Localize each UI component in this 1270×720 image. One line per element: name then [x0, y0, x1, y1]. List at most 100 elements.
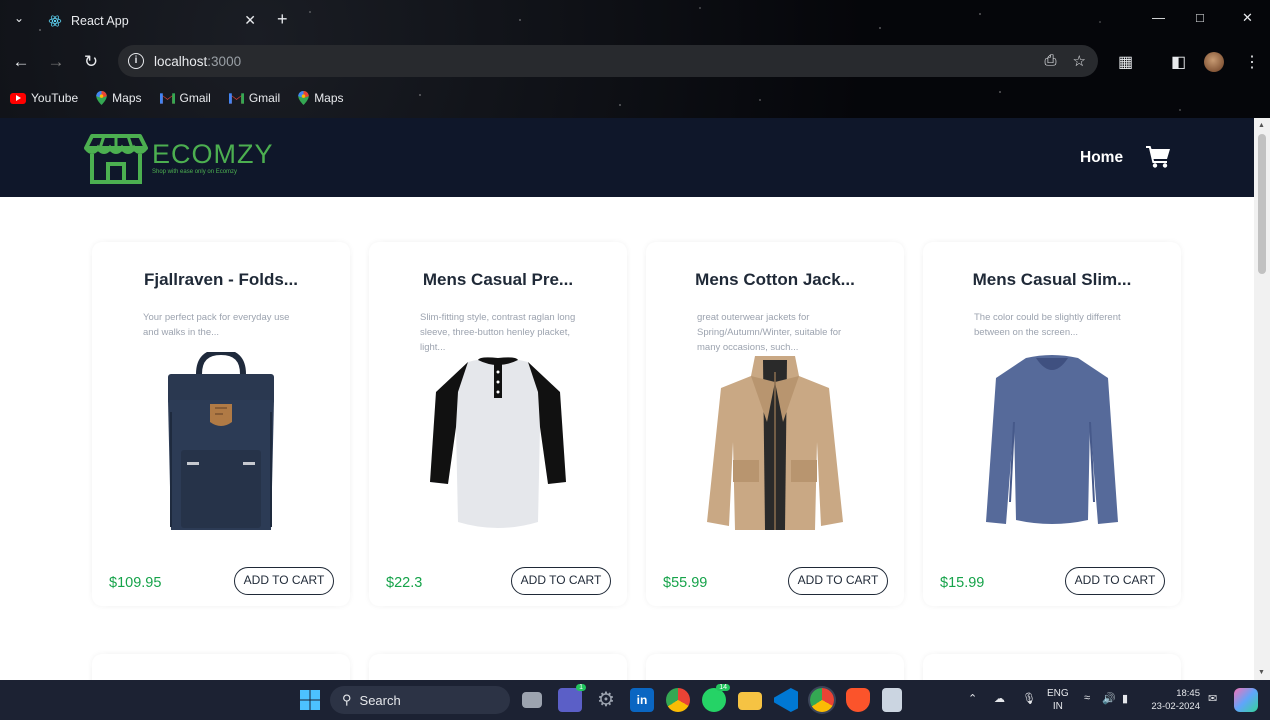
cotton-jacket-image[interactable] [705, 352, 845, 537]
search-icon: ⚲ [342, 692, 352, 707]
backpack-image[interactable] [151, 352, 291, 537]
microphone-icon[interactable]: 🎙 [1022, 692, 1036, 705]
taskbar-search[interactable]: ⚲ Search [330, 686, 510, 714]
bookmark-star-icon[interactable]: ☆ [1073, 52, 1086, 70]
taskbar-search-label: Search [359, 692, 401, 708]
bookmark-label: Maps [314, 91, 344, 105]
storefront-icon [84, 134, 148, 184]
vscode-icon[interactable] [774, 688, 798, 712]
product-price: $55.99 [663, 575, 708, 591]
product-price: $15.99 [940, 575, 985, 591]
language-indicator[interactable]: ENG IN [1047, 687, 1069, 713]
page-scrollbar[interactable]: ▲ ▼ [1254, 118, 1270, 680]
install-app-icon[interactable]: ⎙ [1045, 52, 1057, 70]
product-title[interactable]: Mens Cotton Jack... [646, 270, 904, 290]
menu-kebab-icon[interactable]: ⋮ [1244, 52, 1260, 72]
chrome-icon[interactable] [666, 688, 690, 712]
tab-strip: ⌄ React App ✕ + — □ ✕ [0, 0, 1270, 40]
tab-close-icon[interactable]: ✕ [244, 12, 256, 29]
web-page: ECOMZY Shop with ease only on Ecomzy Hom… [0, 118, 1254, 680]
address-bar[interactable]: i localhost:3000 ⎙ ☆ [118, 45, 1098, 77]
bookmark-youtube[interactable]: YouTube [10, 91, 78, 105]
clock-date: 23-02-2024 [1151, 701, 1200, 712]
bookmark-maps[interactable]: Maps [298, 91, 344, 105]
forward-arrow-icon[interactable]: → [45, 51, 67, 73]
brave-icon[interactable] [846, 688, 870, 712]
product-title[interactable]: Mens Casual Slim... [923, 270, 1181, 290]
gmail-icon [228, 93, 244, 104]
extensions-puzzle-icon[interactable]: ▦ [1118, 52, 1133, 72]
tray-chevron-icon[interactable]: ⌃ [968, 692, 977, 705]
task-view-icon[interactable] [522, 692, 542, 708]
site-logo[interactable]: ECOMZY Shop with ease only on Ecomzy [84, 130, 274, 186]
settings-gear-icon[interactable]: ⚙ [594, 688, 618, 712]
teams-badge: 1 [576, 684, 586, 691]
youtube-icon [10, 92, 26, 104]
profile-avatar[interactable] [1204, 52, 1224, 72]
copilot-icon[interactable] [1234, 688, 1258, 712]
side-panel-icon[interactable]: ◧ [1171, 52, 1186, 72]
product-title[interactable]: Mens Casual Pre... [369, 270, 627, 290]
browser-toolbar: ← → ↻ i localhost:3000 ⎙ ☆ ▦ ◧ ⋮ [0, 42, 1270, 82]
wifi-icon[interactable]: ≈ [1084, 692, 1090, 704]
site-info-icon[interactable]: i [128, 53, 144, 69]
product-card: Mens Casual Pre... Slim-fitting style, c… [369, 242, 627, 606]
chrome-active-icon[interactable] [810, 688, 834, 712]
gmail-icon [159, 93, 175, 104]
product-card [923, 654, 1181, 680]
scrollbar-thumb[interactable] [1258, 134, 1266, 274]
scroll-down-arrow-icon[interactable]: ▼ [1258, 669, 1265, 676]
add-to-cart-button[interactable]: ADD TO CART [234, 567, 334, 595]
window-close-icon[interactable]: ✕ [1242, 10, 1253, 26]
maximize-icon[interactable]: □ [1196, 10, 1204, 25]
bookmarks-bar: YouTube Maps Gmail Gmail Maps [0, 86, 344, 110]
teams-icon[interactable]: 1 [558, 684, 586, 712]
url-port: :3000 [207, 53, 242, 69]
notification-icon[interactable]: ✉ [1208, 692, 1217, 705]
maps-icon [298, 91, 309, 105]
logo-name: ECOMZY [152, 139, 274, 169]
linkedin-icon[interactable]: in [630, 688, 654, 712]
file-explorer-icon[interactable] [738, 692, 762, 710]
bookmark-gmail[interactable]: Gmail [228, 91, 280, 105]
snipping-tool-icon[interactable] [882, 688, 902, 712]
whatsapp-badge: 14 [716, 684, 730, 691]
reload-icon[interactable]: ↻ [80, 51, 102, 73]
scroll-up-arrow-icon[interactable]: ▲ [1258, 122, 1265, 129]
add-to-cart-button[interactable]: ADD TO CART [788, 567, 888, 595]
product-card [369, 654, 627, 680]
product-description: Slim-fitting style, contrast raglan long… [420, 312, 576, 353]
cart-icon[interactable] [1146, 146, 1170, 168]
windows-start-icon[interactable] [298, 688, 322, 712]
bookmark-label: YouTube [31, 91, 79, 105]
product-description: The color could be slightly different be… [974, 312, 1121, 338]
browser-tab[interactable]: React App ✕ [38, 6, 266, 36]
speaker-icon[interactable]: 🔊 [1102, 692, 1116, 705]
long-sleeve-tshirt-image[interactable] [982, 352, 1122, 537]
product-card [646, 654, 904, 680]
browser-chrome: ⌄ React App ✕ + — □ ✕ ← → ↻ i localhost:… [0, 0, 1270, 118]
bookmark-gmail[interactable]: Gmail [159, 91, 211, 105]
new-tab-plus-icon[interactable]: + [277, 9, 288, 30]
henley-shirt-image[interactable] [428, 352, 568, 537]
product-card [92, 654, 350, 680]
product-price: $109.95 [109, 575, 162, 591]
bookmark-maps[interactable]: Maps [96, 91, 142, 105]
taskbar-clock[interactable]: 18:45 23-02-2024 [1148, 687, 1200, 713]
whatsapp-icon[interactable]: 14 [702, 684, 730, 712]
nav-home-link[interactable]: Home [1080, 149, 1123, 167]
minimize-icon[interactable]: — [1152, 10, 1165, 25]
product-description: Your perfect pack for everyday use and w… [143, 312, 290, 338]
product-card: Fjallraven - Folds... Your perfect pack … [92, 242, 350, 606]
site-navbar: ECOMZY Shop with ease only on Ecomzy Hom… [0, 118, 1254, 197]
product-description: great outerwear jackets for Spring/Autum… [697, 312, 842, 353]
onedrive-cloud-icon[interactable]: ☁ [994, 692, 1005, 705]
logo-tagline: Shop with ease only on Ecomzy [152, 169, 238, 175]
add-to-cart-button[interactable]: ADD TO CART [511, 567, 611, 595]
tab-list-chevron-icon[interactable]: ⌄ [10, 11, 28, 29]
clock-time: 18:45 [1176, 688, 1200, 699]
add-to-cart-button[interactable]: ADD TO CART [1065, 567, 1165, 595]
battery-icon[interactable]: ▮ [1122, 692, 1128, 705]
back-arrow-icon[interactable]: ← [10, 51, 32, 73]
product-title[interactable]: Fjallraven - Folds... [92, 270, 350, 290]
